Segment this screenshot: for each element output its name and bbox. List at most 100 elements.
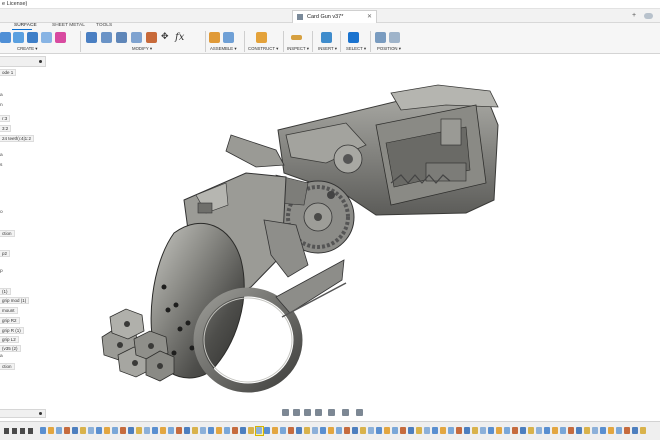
timeline-feature-icon[interactable] — [280, 427, 286, 434]
revolve-icon[interactable] — [27, 32, 38, 43]
sweep-icon[interactable] — [41, 32, 52, 43]
workspace-tab-surface[interactable]: SURFACE — [14, 23, 37, 28]
timeline-feature-icon[interactable] — [56, 427, 62, 434]
browser-node[interactable]: grip R2 — [0, 317, 20, 324]
orbit-icon[interactable] — [282, 409, 289, 416]
new-tab-button[interactable]: + — [632, 12, 636, 19]
assemble-menu[interactable]: ASSEMBLE ▾ — [210, 46, 237, 52]
select-arrow-icon[interactable] — [348, 32, 359, 43]
timeline-start-icon[interactable] — [4, 428, 9, 434]
timeline-feature-icon[interactable] — [72, 427, 78, 434]
timeline-feature-icon[interactable] — [160, 427, 166, 434]
viewports-icon[interactable] — [356, 409, 363, 416]
insert-image-icon[interactable] — [321, 32, 332, 43]
timeline-feature-icon[interactable] — [520, 427, 526, 434]
move-icon[interactable]: ✥ — [161, 32, 169, 43]
browser-options-icon[interactable] — [39, 60, 42, 63]
timeline-feature-icon[interactable] — [360, 427, 366, 434]
timeline-feature-icon[interactable] — [304, 427, 310, 434]
timeline-feature-icon[interactable] — [600, 427, 606, 434]
timeline-feature-icon[interactable] — [432, 427, 438, 434]
timeline-feature-icon[interactable] — [184, 427, 190, 434]
construct-menu[interactable]: CONSTRUCT ▾ — [248, 46, 278, 52]
timeline-feature-icon[interactable] — [176, 427, 182, 434]
timeline-feature-icon[interactable] — [240, 427, 246, 434]
parameters-icon[interactable]: fx — [175, 32, 184, 43]
pan-icon[interactable] — [293, 409, 300, 416]
timeline-feature-icon[interactable] — [48, 427, 54, 434]
timeline-feature-icon[interactable] — [104, 427, 110, 434]
browser-node[interactable]: ction — [0, 230, 15, 237]
timeline-feature-icon[interactable] — [624, 427, 630, 434]
combine-icon[interactable] — [146, 32, 157, 43]
timeline-feature-icon[interactable] — [408, 427, 414, 434]
browser-node[interactable]: ode 1 — [0, 69, 17, 76]
timeline-feature-icon[interactable] — [368, 427, 374, 434]
timeline-feature-icon[interactable] — [488, 427, 494, 434]
timeline-feature-icon[interactable] — [568, 427, 574, 434]
timeline-feature-icon[interactable] — [344, 427, 350, 434]
timeline-feature-icon[interactable] — [424, 427, 430, 434]
timeline-feature-icon[interactable] — [80, 427, 86, 434]
inspect-menu[interactable]: INSPECT ▾ — [287, 46, 309, 52]
timeline-feature-icon[interactable] — [312, 427, 318, 434]
browser-node[interactable]: r:3 — [0, 115, 11, 122]
browser-node[interactable]: p2 — [0, 250, 11, 257]
browser-node[interactable]: 24 teeth):4|1:2 — [0, 135, 34, 142]
grid-icon[interactable] — [342, 409, 349, 416]
timeline-feature-icon[interactable] — [480, 427, 486, 434]
timeline-feature-icon[interactable] — [512, 427, 518, 434]
timeline-feature-icon[interactable] — [632, 427, 638, 434]
timeline-feature-icon[interactable] — [272, 427, 278, 434]
timeline-feature-icon[interactable] — [392, 427, 398, 434]
timeline-play-icon[interactable] — [20, 428, 25, 434]
offset-plane-icon[interactable] — [256, 32, 267, 43]
workspace-tab-sheet-metal[interactable]: SHEET METAL — [52, 23, 85, 28]
zoom-icon[interactable] — [304, 409, 311, 416]
form-icon[interactable] — [55, 32, 66, 43]
close-tab-icon[interactable]: ✕ — [367, 13, 372, 20]
timeline-feature-icon[interactable] — [352, 427, 358, 434]
joint-icon[interactable] — [223, 32, 234, 43]
timeline-feature-icon[interactable] — [248, 427, 254, 434]
browser-node[interactable]: grip R (1) — [0, 327, 24, 334]
timeline-feature-icon[interactable] — [168, 427, 174, 434]
timeline-feature-icon[interactable] — [336, 427, 342, 434]
timeline-feature-icon[interactable] — [296, 427, 302, 434]
workspace-tab-tools[interactable]: TOOLS — [96, 23, 112, 28]
timeline-end-icon[interactable] — [28, 428, 33, 434]
timeline-feature-icon[interactable] — [592, 427, 598, 434]
timeline-feature-icon[interactable] — [144, 427, 150, 434]
card-gun-model[interactable] — [46, 55, 660, 410]
timeline-feature-icon[interactable] — [328, 427, 334, 434]
timeline-feature-icon[interactable] — [384, 427, 390, 434]
timeline-feature-icon[interactable] — [616, 427, 622, 434]
comments-options-icon[interactable] — [39, 412, 42, 415]
sketch-icon[interactable] — [0, 32, 11, 43]
browser-node[interactable]: (1) — [0, 288, 11, 295]
timeline-feature-icon[interactable] — [400, 427, 406, 434]
timeline-feature-icon[interactable] — [224, 427, 230, 434]
browser-node[interactable]: (v35 (2) — [0, 345, 21, 352]
shell-icon[interactable] — [131, 32, 142, 43]
timeline-feature-icon[interactable] — [200, 427, 206, 434]
timeline-feature-icon[interactable] — [456, 427, 462, 434]
timeline-feature-icon[interactable] — [464, 427, 470, 434]
timeline-feature-icon[interactable] — [152, 427, 158, 434]
browser-node[interactable]: grip L2 — [0, 336, 19, 343]
timeline-feature-icon[interactable] — [256, 427, 262, 434]
modify-menu[interactable]: MODIFY ▾ — [132, 46, 152, 52]
fillet-icon[interactable] — [101, 32, 112, 43]
timeline-feature-icon[interactable] — [640, 427, 646, 434]
timeline-feature-icon[interactable] — [608, 427, 614, 434]
timeline-feature-icon[interactable] — [448, 427, 454, 434]
timeline-feature-icon[interactable] — [584, 427, 590, 434]
timeline-feature-icon[interactable] — [208, 427, 214, 434]
timeline-feature-icon[interactable] — [496, 427, 502, 434]
timeline-feature-icon[interactable] — [120, 427, 126, 434]
select-menu[interactable]: SELECT ▾ — [346, 46, 366, 52]
browser-node[interactable]: grip mod (1) — [0, 297, 30, 304]
timeline-feature-icon[interactable] — [504, 427, 510, 434]
timeline-feature-icon[interactable] — [88, 427, 94, 434]
press-pull-icon[interactable] — [86, 32, 97, 43]
